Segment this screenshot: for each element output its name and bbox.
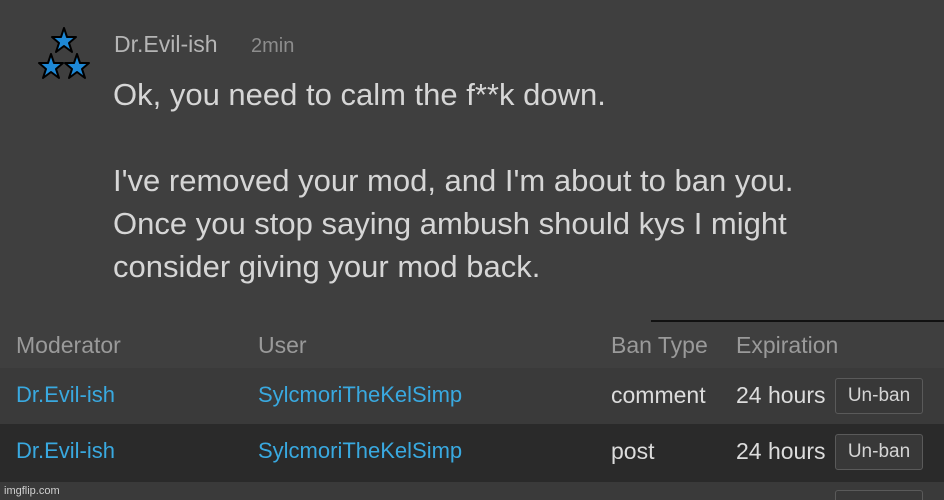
column-header-user: User bbox=[258, 332, 307, 358]
table-header: Moderator User Ban Type Expiration bbox=[0, 322, 944, 368]
unban-button[interactable]: Un-ban bbox=[835, 378, 923, 414]
user-link[interactable]: SylcmoriTheKelSimp bbox=[258, 438, 462, 464]
user-link[interactable]: SylcmoriTheKelSimp bbox=[258, 382, 462, 408]
comment-line: Once you stop saying ambush should kys I… bbox=[113, 206, 787, 241]
comment-timestamp: 2min bbox=[251, 35, 295, 57]
column-header-moderator: Moderator bbox=[16, 332, 121, 358]
column-header-ban-type: Ban Type bbox=[611, 332, 708, 358]
comment-line: Ok, you need to calm the f**k down. bbox=[113, 77, 606, 112]
ban-table: Moderator User Ban Type Expiration Dr.Ev… bbox=[0, 322, 944, 500]
comment-line-blank bbox=[113, 116, 913, 159]
comment: Dr.Evil-ish 2min Ok, you need to calm th… bbox=[0, 0, 944, 312]
column-header-expiration: Expiration bbox=[736, 332, 839, 358]
moderator-link[interactable]: Dr.Evil-ish bbox=[16, 438, 115, 464]
moderator-link[interactable]: Dr.Evil-ish bbox=[16, 382, 115, 408]
comment-body: Ok, you need to calm the f**k down. I've… bbox=[113, 73, 913, 288]
watermark: imgflip.com bbox=[4, 485, 60, 497]
table-row-partial bbox=[0, 482, 944, 500]
comment-author[interactable]: Dr.Evil-ish bbox=[114, 31, 218, 58]
comment-line: I've removed your mod, and I'm about to … bbox=[113, 163, 794, 198]
unban-button[interactable]: Un-ban bbox=[835, 434, 923, 470]
comment-line: consider giving your mod back. bbox=[113, 249, 541, 284]
screenshot: Dr.Evil-ish 2min Ok, you need to calm th… bbox=[0, 0, 944, 500]
unban-button-partial[interactable] bbox=[835, 490, 923, 500]
ban-type: post bbox=[611, 438, 655, 464]
table-row: Dr.Evil-ish SylcmoriTheKelSimp post 24 h… bbox=[0, 424, 944, 482]
ban-type: comment bbox=[611, 382, 706, 408]
table-row: Dr.Evil-ish SylcmoriTheKelSimp comment 2… bbox=[0, 368, 944, 424]
expiration: 24 hours bbox=[736, 382, 826, 408]
three-stars-icon bbox=[38, 27, 90, 79]
expiration: 24 hours bbox=[736, 438, 826, 464]
